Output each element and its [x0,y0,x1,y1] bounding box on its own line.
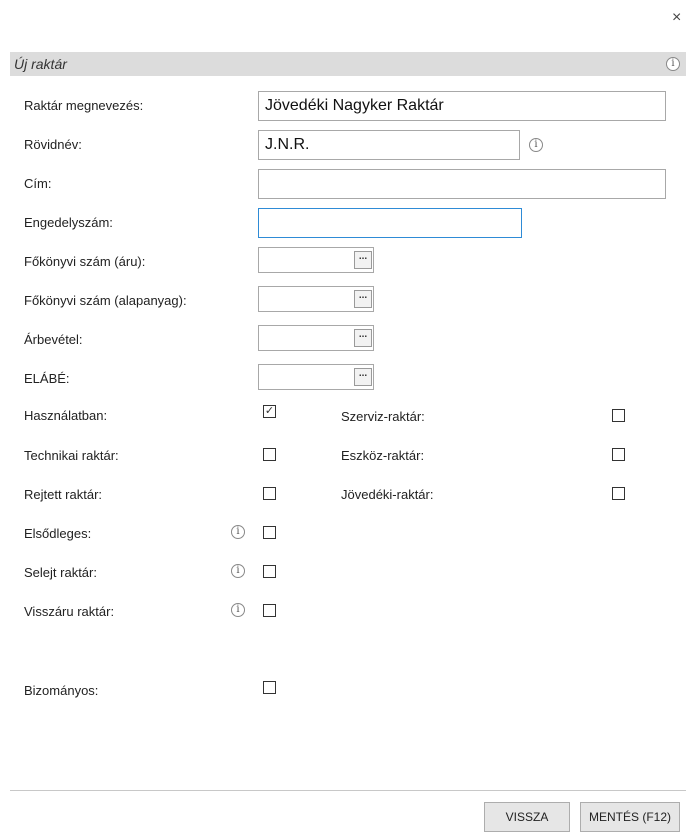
ledger-material-browse-button[interactable]: ... [354,290,372,308]
primary-checkbox[interactable] [263,526,276,539]
license-number-input[interactable] [258,208,522,238]
primary-label: Elsődleges: [24,526,92,541]
save-button[interactable]: MENTÉS (F12) [580,802,680,832]
warehouse-name-label: Raktár megnevezés: [24,98,144,113]
primary-info-icon[interactable]: i [231,525,245,539]
header-info-icon[interactable]: i [666,57,680,71]
in-use-label: Használatban: [24,408,108,423]
returns-info-icon[interactable]: i [231,603,245,617]
scrap-warehouse-checkbox[interactable] [263,565,276,578]
excise-warehouse-label: Jövedéki-raktár: [341,487,434,502]
scrap-info-icon[interactable]: i [231,564,245,578]
page-title: Új raktár [14,56,67,72]
back-button[interactable]: VISSZA [484,802,570,832]
tool-warehouse-checkbox[interactable] [612,448,625,461]
elabe-label: ELÁBÉ: [24,371,70,386]
returns-warehouse-checkbox[interactable] [263,604,276,617]
panel-header: Új raktár i [10,52,686,76]
address-label: Cím: [24,176,52,191]
ledger-material-label: Főkönyvi szám (alapanyag): [24,293,187,308]
excise-warehouse-checkbox[interactable] [612,487,625,500]
ledger-material-field[interactable]: ... [258,286,374,312]
short-name-input[interactable]: J.N.R. [258,130,520,160]
hidden-warehouse-label: Rejtett raktár: [24,487,103,502]
revenue-field[interactable]: ... [258,325,374,351]
technical-warehouse-checkbox[interactable] [263,448,276,461]
tool-warehouse-label: Eszköz-raktár: [341,448,425,463]
ledger-goods-label: Főkönyvi szám (áru): [24,254,146,269]
address-input[interactable] [258,169,666,199]
consignment-checkbox[interactable] [263,681,276,694]
scrap-warehouse-label: Selejt raktár: [24,565,97,580]
close-icon[interactable]: × [672,10,681,26]
footer-divider [10,790,686,791]
service-warehouse-checkbox[interactable] [612,409,625,422]
short-name-label: Rövidnév: [24,137,82,152]
technical-warehouse-label: Technikai raktár: [24,448,119,463]
ledger-goods-browse-button[interactable]: ... [354,251,372,269]
in-use-checkbox[interactable]: ✓ [263,405,276,418]
ledger-goods-field[interactable]: ... [258,247,374,273]
revenue-browse-button[interactable]: ... [354,329,372,347]
consignment-label: Bizományos: [24,683,99,698]
revenue-label: Árbevétel: [24,332,83,347]
returns-warehouse-label: Visszáru raktár: [24,604,115,619]
hidden-warehouse-checkbox[interactable] [263,487,276,500]
short-name-info-icon[interactable]: i [529,138,543,152]
license-number-label: Engedelyszám: [24,215,113,230]
elabe-field[interactable]: ... [258,364,374,390]
warehouse-name-input[interactable]: Jövedéki Nagyker Raktár [258,91,666,121]
elabe-browse-button[interactable]: ... [354,368,372,386]
service-warehouse-label: Szerviz-raktár: [341,409,425,424]
